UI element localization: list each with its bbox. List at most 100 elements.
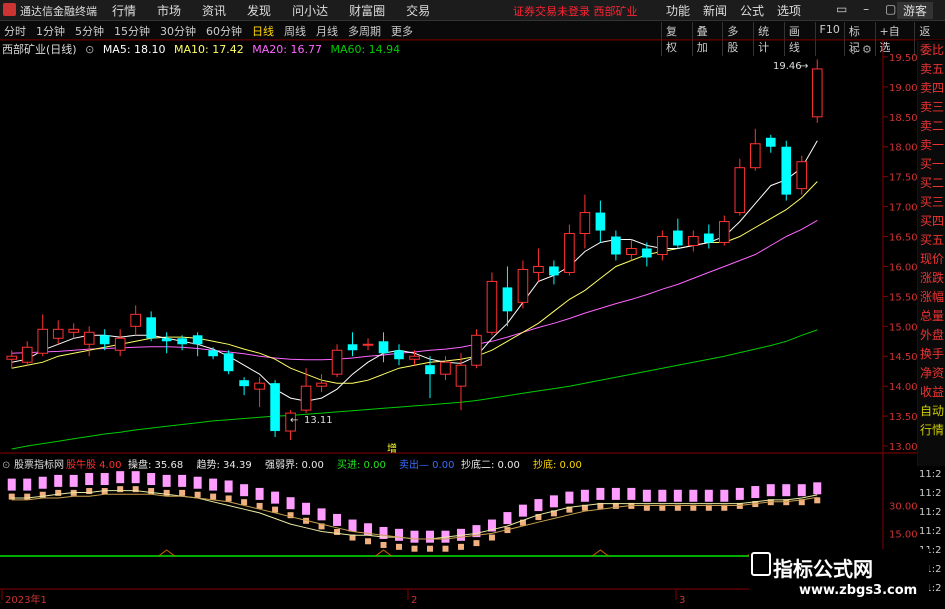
time-axis-label: 2023年1 [5,593,47,606]
indicator-chart [0,471,883,557]
candle-body [331,349,343,375]
indicator-pink-bar [271,491,280,504]
candlestick-series [6,59,823,441]
candle-body [83,331,95,345]
quote-panel-item: 卖一 [919,138,944,152]
candle-body [177,338,187,345]
indicator-pink-bar [302,502,311,515]
quote-panel-item: 买五 [919,233,944,247]
indicator-pink-bar [255,487,264,500]
right-time-label: 11:2 [919,488,941,499]
quote-panel-item: 净资 [919,366,944,380]
price-axis-label: 16.50 [889,233,918,244]
indicator-orange-mark [442,545,449,552]
quote-panel-item[interactable]: 自动 [918,402,945,421]
price-axis-label: 19.00 [889,83,918,94]
indicator-orange-mark [86,488,93,495]
indicator-pink-bar [162,474,171,487]
indicator-pink-bar [642,489,651,502]
price-annotations: 19.46 → ← 13.11 增 [290,61,808,455]
settings-icon[interactable]: ⚙ [862,43,872,56]
indicator-value-4: 买进: 0.00 [337,459,386,471]
candle-body [471,334,482,366]
indicator-pink-bar [131,471,140,484]
quote-panel-item: 总量 [919,309,944,323]
indicator-pink-bar [782,484,791,497]
time-axis: 2023年1 2 3 [1,589,685,606]
candle-body [517,268,529,303]
candle-body [704,233,714,243]
quote-panel-item: 涨幅 [919,290,944,304]
indicator-pink-bar [425,530,434,543]
indicator-orange-mark [426,545,433,552]
quote-panel-item: 买二 [919,176,944,190]
time-axis-label: 2 [411,595,417,606]
indicator-pink-bar [240,484,249,497]
indicator-pink-bar [735,487,744,500]
indicator-pink-bar [38,476,47,489]
price-axis-label: 16.00 [889,262,918,273]
candle-body [642,248,652,258]
candle-body [37,328,49,354]
price-axis-label: 15.50 [889,292,918,303]
moving-average-lines [11,140,818,450]
stock-chart[interactable]: 19.50 19.00 18.50 18.00 17.50 17.00 16.50 16.00… [0,0,945,609]
indicator-pink-bar [503,512,512,525]
collapse-icon[interactable]: ◇ [849,43,858,56]
indicator-pink-bar [54,474,63,487]
indicator-header: ⊙ 股票指标网 [2,458,64,471]
quote-panel-item: 委比 [919,43,944,57]
candle-body [549,266,559,276]
indicator-pink-bar [23,478,32,491]
indicator-pink-bar [658,489,667,502]
candle-body [300,385,312,411]
quote-panel: 委比 卖五 卖四 卖三 卖二 卖一 买一 买二 买三 买四 买五 现价 涨跌 涨幅 总量 外盘 换手 净资 收益 自动… [917,41,945,466]
candle-body [21,346,33,363]
indicator-pink-bar [720,489,729,502]
indicator-pink-bar [100,473,109,486]
candle-body [68,328,80,333]
indicator-value-0: 股牛股 4.00 [66,458,121,471]
candle-body [688,236,699,247]
indicator-orange-mark [396,543,403,550]
candle-body [347,344,358,351]
indicator-pink-bar [751,486,760,499]
candle-body [734,167,746,214]
candle-body [146,317,156,339]
indicator-toggle-icon[interactable]: ⊙ [2,460,10,471]
candle-body [239,380,249,387]
indicator-pink-bar [410,530,419,543]
price-grid [883,56,888,447]
indicator-pink-bar [193,476,202,489]
indicator-pink-bar [178,474,187,487]
watermark-line2: www.zbgs3.com [799,583,918,598]
indicator-orange-mark [210,493,217,500]
indicator-orange-mark [380,541,387,548]
candle-body [425,365,435,375]
price-axis-label: 13.50 [889,412,918,423]
price-axis-label: 13.00 [889,442,918,453]
indicator-orange-mark [24,493,31,500]
candle-body [270,383,280,432]
candle-body [394,350,404,360]
candle-body [749,143,761,169]
quote-panel-item: 买三 [919,195,944,209]
indicator-pink-bar [518,504,527,517]
indicator-pink-bar [209,478,218,491]
indicator-value-2: 趋势: 34.39 [197,458,252,471]
time-axis-label: 3 [679,595,685,606]
candle-body [564,233,575,273]
indicator-pink-bar [85,473,94,486]
quote-panel-item: 买一 [919,157,944,171]
indicator-value-3: 强弱界: 0.00 [265,459,324,471]
indicator-pink-bar [317,508,326,521]
candle-body [130,313,141,327]
indicator-pink-bar [611,487,620,500]
price-axis-label: 14.50 [889,352,918,363]
candle-body [781,146,792,195]
quote-panel-item[interactable]: 行情 [918,421,945,440]
indicator-values: 股牛股 4.00 操盘: 35.68 趋势: 34.39 强弱界: 0.00 买进: 0… [66,458,582,471]
indicator-pink-bar [224,480,233,493]
indicator-orange-mark [225,495,232,502]
quote-panel-item: 卖二 [919,119,944,133]
